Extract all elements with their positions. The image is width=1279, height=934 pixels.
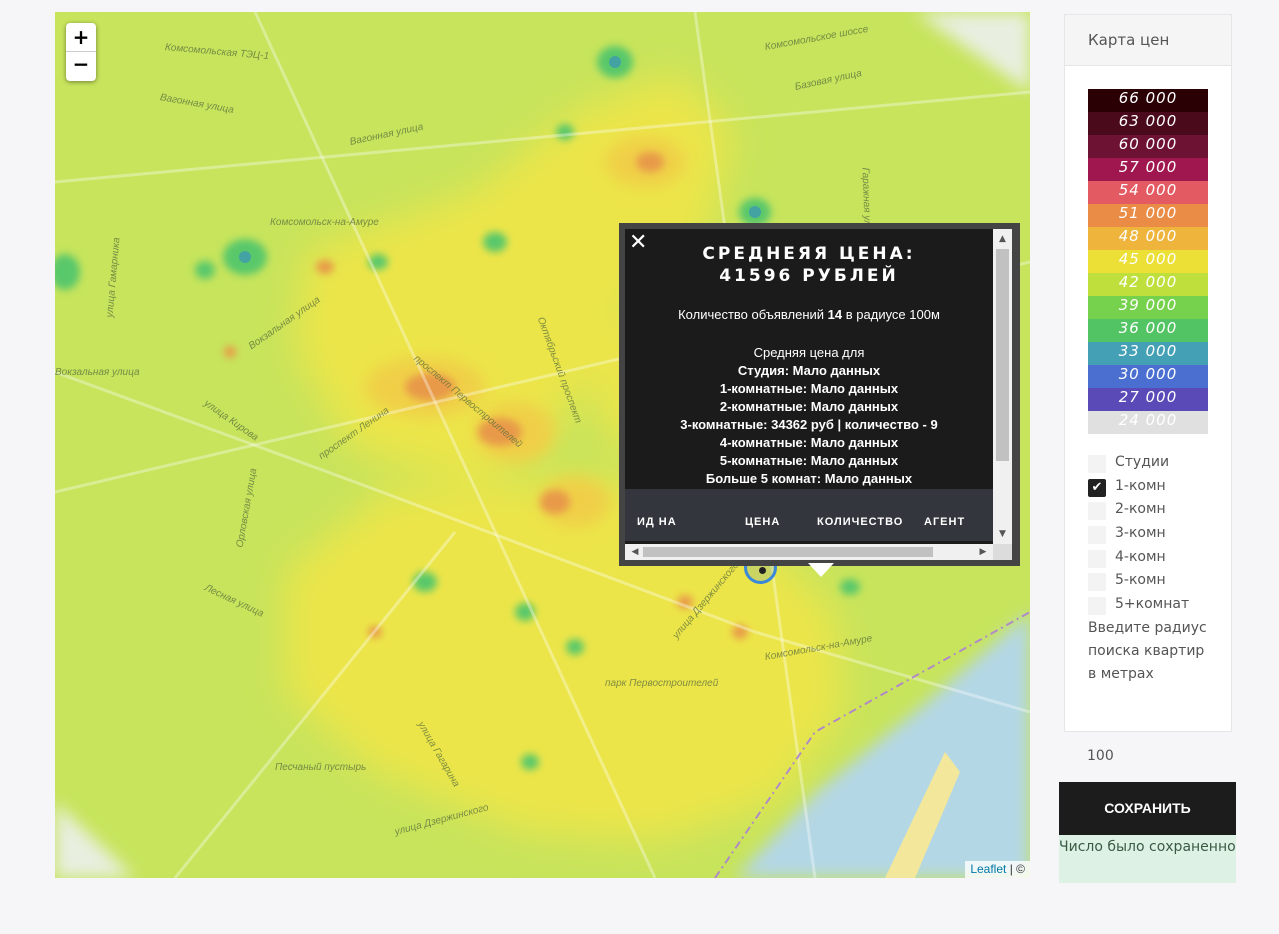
legend-row: 57 000	[1088, 158, 1208, 181]
radius-prompt: Введите радиус поиска квартир в метрах	[1088, 620, 1207, 682]
sidebar-title: Карта цен	[1065, 15, 1231, 66]
horizontal-scroll-thumb[interactable]	[643, 547, 933, 557]
legend-row: 60 000	[1088, 135, 1208, 158]
col-agent[interactable]: АГЕНТ ЛИ?	[924, 515, 974, 532]
street-label: парк Первостроителей	[605, 678, 719, 689]
room-stats: Средняя цена для Студия: Мало данных 1-к…	[625, 344, 993, 488]
legend-row: 48 000	[1088, 227, 1208, 250]
legend-row: 45 000	[1088, 250, 1208, 273]
leaflet-link[interactable]: Leaflet	[970, 862, 1006, 876]
col-avito-id[interactable]: ИД НА АВИТО	[637, 515, 717, 532]
legend-row: 66 000	[1088, 89, 1208, 112]
horizontal-scrollbar[interactable]: ◀ ▶	[625, 544, 993, 560]
listings-table-header: ИД НА АВИТО ЦЕНА ЗА КОЛИЧЕСТВО КОМНАТ АГ…	[625, 489, 993, 541]
stat-5-room: 5-комнатные: Мало данных	[719, 453, 899, 468]
listing-count-prefix: Количество объявлений	[678, 307, 828, 322]
popup-title-line2: 41596 РУБЛЕЙ	[719, 266, 899, 286]
price-legend: 66 000 63 000 60 000 57 000 54 000 51 000 48 0…	[1088, 89, 1208, 434]
legend-row: 39 000	[1088, 296, 1208, 319]
stat-3-room: 3-комнатные: 34362 руб | количество - 9	[680, 417, 938, 432]
checkbox-checked-icon[interactable]: ✔	[1088, 478, 1106, 497]
stats-header: Средняя цена для	[753, 345, 865, 360]
scroll-left-icon[interactable]: ◀	[627, 544, 643, 560]
street-label: Комсомольск-на-Амуре	[270, 217, 379, 228]
stat-1-room: 1-комнатные: Мало данных	[719, 381, 899, 396]
checkbox[interactable]	[1088, 502, 1106, 521]
checkbox[interactable]	[1088, 526, 1106, 545]
legend-row: 54 000	[1088, 181, 1208, 204]
info-popup: ✕ СРЕДНЕЯЯ ЦЕНА: 41596 РУБЛЕЙ Количество…	[619, 223, 1020, 577]
scroll-up-icon[interactable]: ▲	[993, 231, 1012, 247]
filter-label: 5-комн	[1115, 572, 1166, 589]
stat-4-room: 4-комнатные: Мало данных	[719, 435, 899, 450]
filter-label: 1-комн	[1115, 477, 1166, 494]
marker-dot	[759, 567, 766, 574]
legend-row: 63 000	[1088, 112, 1208, 135]
scrollbar-corner	[993, 544, 1012, 560]
stat-2-room: 2-комнатные: Мало данных	[719, 399, 899, 414]
zoom-control: + −	[66, 23, 96, 81]
listing-count: Количество объявлений 14 в радиусе 100м	[625, 306, 993, 324]
sidebar: Карта цен 66 000 63 000 60 000 57 000 54 000…	[1064, 14, 1232, 732]
vertical-scrollbar[interactable]: ▲ ▼	[993, 229, 1012, 544]
legend-row: 51 000	[1088, 204, 1208, 227]
vertical-scroll-thumb[interactable]	[996, 249, 1009, 461]
popup-tip	[808, 563, 834, 577]
checkbox[interactable]	[1088, 573, 1106, 592]
listing-count-suffix: в радиусе 100м	[842, 307, 940, 322]
legend-row: 33 000	[1088, 342, 1208, 365]
legend-row: 42 000	[1088, 273, 1208, 296]
legend-row: 24 000	[1088, 411, 1208, 434]
street-label: Песчаный пустырь	[275, 762, 367, 773]
filter-label: 4-комн	[1115, 548, 1166, 565]
filter-label: Студии	[1115, 454, 1170, 470]
stat-5plus-room: Больше 5 комнат: Мало данных	[705, 471, 913, 486]
saved-message: Число было сохраненно	[1059, 835, 1236, 883]
stat-studio: Студия: Мало данных	[737, 363, 881, 378]
filter-label: 5+комнат	[1115, 596, 1190, 613]
attribution-text: | ©	[1006, 862, 1025, 876]
col-rooms[interactable]: КОЛИЧЕСТВО КОМНАТ	[817, 515, 912, 532]
legend-row: 27 000	[1088, 388, 1208, 411]
filter-label: 3-комн	[1115, 525, 1166, 542]
checkbox[interactable]	[1088, 549, 1106, 568]
radius-input[interactable]	[1077, 742, 1217, 770]
col-price[interactable]: ЦЕНА ЗА	[745, 515, 795, 532]
filter-label: 2-комн	[1115, 501, 1166, 518]
listing-count-value: 14	[827, 307, 843, 322]
legend-row: 36 000	[1088, 319, 1208, 342]
save-button[interactable]: СОХРАНИТЬ	[1059, 782, 1236, 835]
scroll-right-icon[interactable]: ▶	[975, 544, 991, 560]
scroll-down-icon[interactable]: ▼	[993, 526, 1012, 542]
popup-title: СРЕДНЕЯЯ ЦЕНА: 41596 РУБЛЕЙ	[625, 243, 993, 287]
checkbox[interactable]	[1088, 455, 1106, 473]
zoom-out-button[interactable]: −	[66, 52, 96, 81]
legend-row: 30 000	[1088, 365, 1208, 388]
zoom-in-button[interactable]: +	[66, 23, 96, 52]
street-label: Вокзальная улица	[55, 367, 140, 378]
checkbox[interactable]	[1088, 597, 1106, 616]
popup-content: ✕ СРЕДНЕЯЯ ЦЕНА: 41596 РУБЛЕЙ Количество…	[625, 229, 1012, 560]
popup-title-line1: СРЕДНЕЯЯ ЦЕНА:	[702, 244, 916, 264]
map-attribution: Leaflet | ©	[965, 861, 1030, 878]
